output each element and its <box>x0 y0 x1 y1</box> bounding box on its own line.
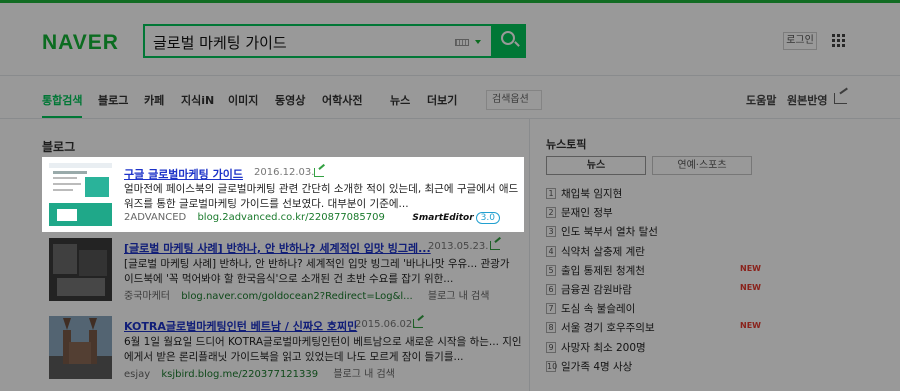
tab-integrated[interactable]: 통합검색 <box>42 92 82 108</box>
naver-logo[interactable]: NAVER <box>42 31 119 55</box>
share-icon[interactable] <box>834 93 847 104</box>
result-author[interactable]: 중국마케터 <box>124 291 170 302</box>
column-divider <box>529 118 530 391</box>
news-topic-label[interactable]: 도심 속 불슬레이 <box>561 303 635 315</box>
result-thumbnail[interactable] <box>49 316 112 379</box>
blog-section-title: 블로그 <box>42 140 76 154</box>
result-author[interactable]: 2ADVANCED <box>124 212 186 223</box>
news-topic-item[interactable]: 3 인도 북부서 열차 탈선 <box>546 224 766 238</box>
login-button[interactable]: 로그인 <box>783 32 817 50</box>
tab-image[interactable]: 이미지 <box>228 92 258 108</box>
news-topic-item[interactable]: 10 일가족 4명 사상 <box>546 359 766 373</box>
open-new-window-icon[interactable] <box>413 319 423 328</box>
rank-number: 7 <box>546 303 556 315</box>
open-new-window-icon[interactable] <box>314 168 324 177</box>
rank-number: 2 <box>546 207 556 219</box>
result-url[interactable]: blog.2advanced.co.kr/220877085709 <box>197 212 384 223</box>
tab-more[interactable]: 더보기 <box>427 92 457 108</box>
smarteditor-version: 3.0 <box>475 212 500 224</box>
highlighted-result: 구글 글로벌마케팅 가이드 2016.12.03. 얼마전에 페이스북의 글로벌… <box>42 157 524 232</box>
news-topic-label[interactable]: 금융권 감원바람 <box>561 284 632 296</box>
result-desc-line1: 얼마전에 페이스북의 글로벌마케팅 관련 간단히 소개한 적이 있는데, 최근에… <box>124 183 519 195</box>
news-topic-item[interactable]: 4 식약처 살충제 계란 <box>546 244 766 258</box>
search-icon <box>501 31 515 45</box>
rank-number: 5 <box>546 264 556 276</box>
new-badge: NEW <box>740 321 761 331</box>
blog-inner-search-link[interactable]: 블로그 내 검색 <box>333 369 395 380</box>
news-topic-label[interactable]: 사망자 최소 200명 <box>561 342 646 354</box>
smarteditor-badge: SmartEditor 3.0 <box>412 212 500 224</box>
tab-cafe[interactable]: 카페 <box>144 92 164 108</box>
tab-entertainment-sports[interactable]: 연예·스포츠 <box>652 156 752 175</box>
search-options-button[interactable]: 검색옵션 <box>486 90 542 110</box>
blog-inner-search-link[interactable]: 블로그 내 검색 <box>428 291 490 302</box>
help-link[interactable]: 도움말 <box>746 92 776 108</box>
source-view-link[interactable]: 원본반영 <box>787 92 827 108</box>
news-topic-item[interactable]: 2 문재인 정부 <box>546 205 766 219</box>
result-title[interactable]: 구글 글로벌마케팅 가이드 <box>124 166 243 182</box>
search-box[interactable] <box>143 24 493 58</box>
result-date: 2015.06.02. <box>355 319 416 330</box>
list-item: [글로벌 마케팅 사례] 반하나, 안 반하나? 세계적인 입맛 빙그레... … <box>42 238 522 304</box>
result-thumbnail[interactable] <box>49 238 112 301</box>
news-topic-label[interactable]: 출입 통제된 청계천 <box>561 265 645 277</box>
new-badge: NEW <box>740 263 761 273</box>
tab-news[interactable]: 뉴스 <box>390 92 410 108</box>
open-new-window-icon[interactable] <box>490 241 500 250</box>
grid-menu-icon[interactable] <box>832 34 845 47</box>
news-topic-label[interactable]: 인도 북부서 열차 탈선 <box>561 226 658 238</box>
result-url[interactable]: blog.naver.com/goldocean2?Redirect=Log&l… <box>181 291 413 302</box>
news-topic-label[interactable]: 일가족 4명 사상 <box>561 361 632 373</box>
news-topic-item[interactable]: 6 금융권 감원바람 NEW <box>546 282 766 296</box>
result-url[interactable]: ksjbird.blog.me/220377121339 <box>161 369 318 380</box>
tab-blog[interactable]: 블로그 <box>98 92 128 108</box>
rank-number: 8 <box>546 322 556 334</box>
news-topic-label[interactable]: 채입북 임지현 <box>561 188 622 200</box>
header-divider <box>0 75 900 76</box>
news-topic-label[interactable]: 서울 경기 호우주의보 <box>561 322 655 334</box>
tab-kin[interactable]: 지식iN <box>181 92 214 108</box>
new-badge: NEW <box>740 283 761 292</box>
rank-number: 9 <box>546 341 556 353</box>
news-topic-label[interactable]: 식약처 살충제 계란 <box>561 246 645 258</box>
tab-video[interactable]: 동영상 <box>275 92 305 108</box>
result-author[interactable]: esjay <box>124 369 150 380</box>
tab-news-topic[interactable]: 뉴스 <box>546 156 646 175</box>
result-desc-line2: 이드북에 '꼭 먹어봐야 할 한국음식'으로 소개된 건 초반 수요를 잡기 위… <box>124 273 454 285</box>
result-date: 2016.12.03. <box>254 167 315 178</box>
news-topic-item[interactable]: 5 출입 통제된 청계천 NEW <box>546 263 766 277</box>
list-item: KOTRA글로벌마케팅인턴 베트남 / 신짜오 호찌민 2015.06.02. … <box>42 316 522 382</box>
smarteditor-label: SmartEditor <box>412 213 474 223</box>
search-button[interactable] <box>493 24 526 58</box>
nav-divider <box>0 118 900 119</box>
search-icon-handle <box>514 41 520 47</box>
top-accent-line <box>0 0 900 3</box>
search-input[interactable] <box>153 31 443 53</box>
result-desc-line2: 에게서 받은 론리플래닛 가이드북을 읽고 있었는데 나도 모르게 잠이 들기를… <box>124 351 464 363</box>
news-topic-title: 뉴스토픽 <box>546 138 587 151</box>
rank-number: 6 <box>546 284 556 295</box>
news-topic-item[interactable]: 7 도심 속 불슬레이 <box>546 301 766 315</box>
news-topic-tabs: 뉴스 연예·스포츠 <box>546 156 752 175</box>
rank-number: 3 <box>546 226 556 238</box>
result-title[interactable]: KOTRA글로벌마케팅인턴 베트남 / 신짜오 호찌민 <box>124 318 357 334</box>
rank-number: 1 <box>546 188 556 199</box>
tab-dictionary[interactable]: 어학사전 <box>322 92 362 108</box>
news-topic-label[interactable]: 문재인 정부 <box>561 207 613 219</box>
autocomplete-toggle-icon[interactable] <box>475 40 481 44</box>
news-topic-item[interactable]: 1 채입북 임지현 <box>546 186 766 200</box>
news-topic-item[interactable]: 9 사망자 최소 200명 <box>546 340 766 354</box>
result-thumbnail[interactable] <box>49 163 112 226</box>
result-date: 2013.05.23. <box>428 241 489 252</box>
keyboard-icon[interactable] <box>455 39 469 46</box>
result-title[interactable]: [글로벌 마케팅 사례] 반하나, 안 반하나? 세계적인 입맛 빙그레... <box>124 240 431 256</box>
result-desc-line1: [글로벌 마케팅 사례] 반하나, 안 반하나? 세계적인 입맛 빙그레 '바나… <box>124 258 510 270</box>
rank-number: 4 <box>546 245 556 257</box>
news-topic-item[interactable]: 8 서울 경기 호우주의보 NEW <box>546 320 766 334</box>
result-desc-line1: 6월 1일 월요일 드디어 KOTRA글로벌마케팅인턴이 베트남으로 새로운 시… <box>124 336 522 348</box>
rank-number: 10 <box>546 360 558 372</box>
result-desc-line2: 워즈를 통한 글로벌마케팅 가이드를 선보였다. 대부분이 기준에... <box>124 198 409 210</box>
